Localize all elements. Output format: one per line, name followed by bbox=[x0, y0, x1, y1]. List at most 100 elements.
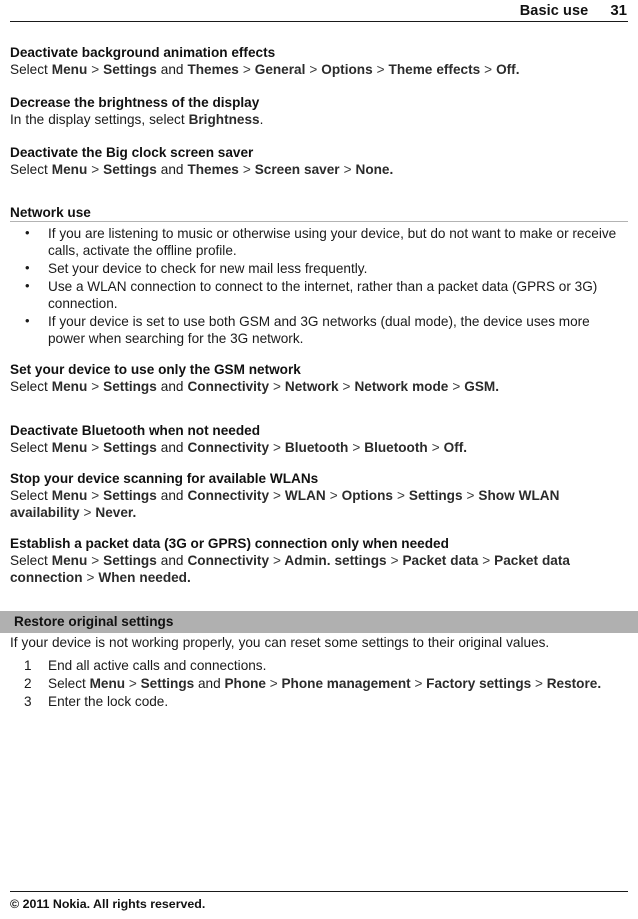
path-value: Menu > Settings and Themes > Screen save… bbox=[52, 162, 394, 177]
restore-intro: If your device is not working properly, … bbox=[10, 635, 550, 650]
path-connector: and bbox=[160, 488, 184, 503]
path-separator-icon: > bbox=[242, 162, 251, 177]
path-item: Phone management bbox=[277, 676, 415, 691]
path-separator-icon: > bbox=[91, 440, 100, 455]
path-item: Options bbox=[317, 62, 377, 77]
path-item: Theme effects bbox=[384, 62, 485, 77]
section-stop-wlan-scan: Stop your device scanning for available … bbox=[10, 470, 628, 521]
list-item: Use a WLAN connection to connect to the … bbox=[10, 277, 628, 312]
path-separator-icon: > bbox=[484, 62, 493, 77]
section-deactivate-screensaver: Deactivate the Big clock screen saver Se… bbox=[10, 144, 628, 178]
path-item: Themes bbox=[183, 62, 243, 77]
path-item: Settings bbox=[99, 553, 161, 568]
section-heading: Stop your device scanning for available … bbox=[10, 471, 319, 486]
path-item: Packet data bbox=[398, 553, 483, 568]
path-separator-icon: > bbox=[91, 162, 100, 177]
list-item: If your device is set to use both GSM an… bbox=[10, 312, 628, 347]
path-separator-icon: > bbox=[91, 62, 100, 77]
path-connector: and bbox=[160, 62, 184, 77]
path-prefix: Select bbox=[48, 676, 90, 691]
path-connector: and bbox=[197, 676, 221, 691]
path-item: Themes bbox=[183, 162, 243, 177]
path-item: Settings bbox=[404, 488, 467, 503]
path-item: GSM. bbox=[460, 379, 499, 394]
path-value: Menu > Settings and Connectivity > Admin… bbox=[10, 553, 570, 585]
list-item: If you are listening to music or otherwi… bbox=[10, 224, 628, 259]
page-footer: © 2011 Nokia. All rights reserved. bbox=[10, 891, 628, 911]
path-value: Menu > Settings and Themes > General > O… bbox=[52, 62, 520, 77]
section-deactivate-bluetooth: Deactivate Bluetooth when not needed Sel… bbox=[10, 422, 628, 456]
section-network-use: Network use If you are listening to musi… bbox=[10, 205, 628, 347]
list-item: Set your device to check for new mail le… bbox=[10, 259, 628, 277]
path-item: Menu bbox=[51, 379, 92, 394]
path-item: Network bbox=[280, 379, 343, 394]
network-use-heading: Network use bbox=[10, 205, 628, 222]
path-item: Menu bbox=[51, 62, 92, 77]
section-path: Select Menu > Settings and Themes > Scre… bbox=[10, 161, 628, 178]
path-item: Bluetooth bbox=[360, 440, 432, 455]
path-item: Connectivity bbox=[183, 488, 273, 503]
path-separator-icon: > bbox=[390, 553, 399, 568]
path-prefix: Select bbox=[10, 488, 52, 503]
section-packet-data: Establish a packet data (3G or GPRS) con… bbox=[10, 535, 628, 586]
restore-banner-heading: Restore original settings bbox=[0, 611, 638, 633]
section-heading: Deactivate background animation effects bbox=[10, 45, 276, 60]
path-item: Connectivity bbox=[183, 440, 273, 455]
path-item: Off. bbox=[439, 440, 468, 455]
path-value: Menu > Settings and Connectivity > Netwo… bbox=[52, 379, 499, 394]
path-item: Options bbox=[337, 488, 397, 503]
path-separator-icon: > bbox=[269, 676, 278, 691]
path-separator-icon: > bbox=[329, 488, 338, 503]
page-body: Deactivate background animation effects … bbox=[0, 22, 638, 710]
section-heading: Deactivate Bluetooth when not needed bbox=[10, 423, 261, 438]
path-separator-icon: > bbox=[242, 62, 251, 77]
path-connector: and bbox=[160, 162, 184, 177]
path-separator-icon: > bbox=[431, 440, 440, 455]
section-path: Select Menu > Settings and Themes > Gene… bbox=[10, 61, 628, 78]
path-item: None. bbox=[351, 162, 394, 177]
path-item: Admin. settings bbox=[280, 553, 391, 568]
path-item: When needed. bbox=[94, 570, 191, 585]
path-item: Never. bbox=[91, 505, 137, 520]
path-item: Settings bbox=[99, 379, 161, 394]
path-item: Menu bbox=[51, 440, 92, 455]
section-path: Select Menu > Settings and Connectivity … bbox=[10, 439, 628, 456]
path-separator-icon: > bbox=[91, 379, 100, 394]
body-tail: . bbox=[259, 112, 264, 127]
path-separator-icon: > bbox=[396, 488, 405, 503]
section-heading: Decrease the brightness of the display bbox=[10, 95, 260, 110]
list-item: Select Menu > Settings and Phone > Phone… bbox=[10, 675, 628, 692]
path-item: Restore. bbox=[542, 676, 602, 691]
path-prefix: Select bbox=[10, 440, 52, 455]
path-item: Network mode bbox=[350, 379, 453, 394]
footer-copyright: © 2011 Nokia. All rights reserved. bbox=[10, 897, 206, 911]
path-item: Bluetooth bbox=[280, 440, 353, 455]
section-heading: Establish a packet data (3G or GPRS) con… bbox=[10, 536, 449, 551]
running-header: Basic use 31 bbox=[10, 0, 628, 19]
path-item: Menu bbox=[51, 488, 92, 503]
header-section-title: Basic use bbox=[519, 3, 589, 19]
path-prefix: Select bbox=[10, 379, 52, 394]
header-page-number: 31 bbox=[610, 2, 627, 19]
path-separator-icon: > bbox=[273, 553, 281, 568]
section-heading: Deactivate the Big clock screen saver bbox=[10, 145, 254, 160]
document-page: Basic use 31 Deactivate background anima… bbox=[0, 0, 638, 919]
section-deactivate-animation: Deactivate background animation effects … bbox=[10, 44, 628, 78]
path-item: General bbox=[250, 62, 310, 77]
section-path: Select Menu > Settings and Connectivity … bbox=[10, 378, 628, 395]
path-separator-icon: > bbox=[91, 553, 100, 568]
section-gsm-only: Set your device to use only the GSM netw… bbox=[10, 361, 628, 395]
path-item: WLAN bbox=[280, 488, 330, 503]
path-item: Connectivity bbox=[183, 379, 273, 394]
path-item: Connectivity bbox=[183, 553, 273, 568]
path-prefix: Select bbox=[10, 553, 52, 568]
path-separator-icon: > bbox=[128, 676, 137, 691]
path-separator-icon: > bbox=[342, 379, 351, 394]
path-separator-icon: > bbox=[273, 440, 281, 455]
path-item: Factory settings bbox=[422, 676, 535, 691]
path-item: Screen saver bbox=[250, 162, 344, 177]
path-item: Phone bbox=[220, 676, 270, 691]
body-plain: In the display settings, select bbox=[10, 112, 189, 127]
list-item: End all active calls and connections. bbox=[24, 657, 267, 674]
